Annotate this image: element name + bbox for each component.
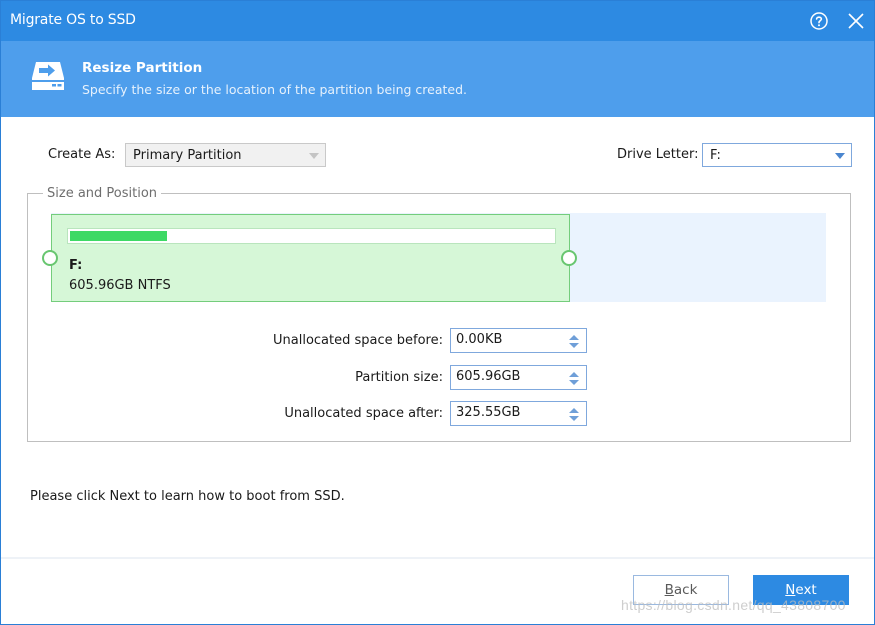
step-subtitle: Specify the size or the location of the … — [82, 82, 468, 97]
partition-size-label: Partition size: — [355, 370, 443, 385]
left-resize-handle[interactable] — [42, 250, 58, 266]
question-circle-icon — [810, 12, 828, 30]
spin-down-icon[interactable] — [569, 416, 579, 421]
step-header: Resize Partition Specify the size or the… — [1, 41, 874, 117]
chevron-down-icon — [835, 153, 845, 159]
next-label: ext — [795, 582, 817, 598]
footer-divider — [1, 557, 874, 559]
unallocated-after-label: Unallocated space after: — [284, 406, 443, 421]
boot-note: Please click Next to learn how to boot f… — [30, 489, 345, 504]
back-mnemonic: B — [664, 582, 674, 598]
migrate-os-dialog: Migrate OS to SSD Resize Partition Speci… — [0, 0, 875, 625]
spin-up-icon[interactable] — [569, 335, 579, 340]
spin-up-icon[interactable] — [569, 372, 579, 377]
drive-letter-label: Drive Letter: — [617, 147, 699, 162]
unallocated-before-spinbox[interactable] — [450, 328, 587, 353]
partition-size-spinbox[interactable] — [450, 365, 587, 390]
window-title: Migrate OS to SSD — [10, 12, 136, 28]
back-button[interactable]: Back — [633, 575, 729, 605]
help-button[interactable] — [807, 9, 831, 33]
usage-bar — [67, 228, 556, 244]
partition-block[interactable]: F: 605.96GB NTFS — [51, 214, 570, 302]
usage-bar-fill — [70, 231, 167, 241]
close-x-icon — [848, 13, 864, 29]
spin-up-icon[interactable] — [569, 408, 579, 413]
step-title: Resize Partition — [82, 60, 203, 76]
create-as-label: Create As: — [48, 147, 116, 162]
next-mnemonic: N — [785, 582, 796, 598]
spin-down-icon[interactable] — [569, 380, 579, 385]
chevron-down-icon — [309, 153, 319, 159]
disk-arrow-icon — [32, 62, 64, 90]
spin-down-icon[interactable] — [569, 343, 579, 348]
back-label: ack — [673, 582, 698, 598]
partition-info: 605.96GB NTFS — [69, 278, 171, 293]
drive-letter-value: F: — [710, 148, 721, 163]
partition-size-input[interactable] — [456, 369, 556, 384]
right-resize-handle[interactable] — [561, 250, 577, 266]
unallocated-before-label: Unallocated space before: — [273, 333, 443, 348]
next-button[interactable]: Next — [753, 575, 849, 605]
drive-letter-dropdown[interactable]: F: — [702, 143, 852, 167]
unallocated-after-spinbox[interactable] — [450, 401, 587, 426]
unallocated-after-input[interactable] — [456, 405, 556, 420]
create-as-value: Primary Partition — [133, 148, 242, 163]
size-position-legend: Size and Position — [47, 186, 158, 201]
partition-letter: F: — [69, 258, 83, 273]
close-button[interactable] — [844, 9, 868, 33]
create-as-dropdown[interactable]: Primary Partition — [125, 143, 326, 167]
title-bar: Migrate OS to SSD — [1, 1, 874, 41]
unallocated-before-input[interactable] — [456, 332, 556, 347]
